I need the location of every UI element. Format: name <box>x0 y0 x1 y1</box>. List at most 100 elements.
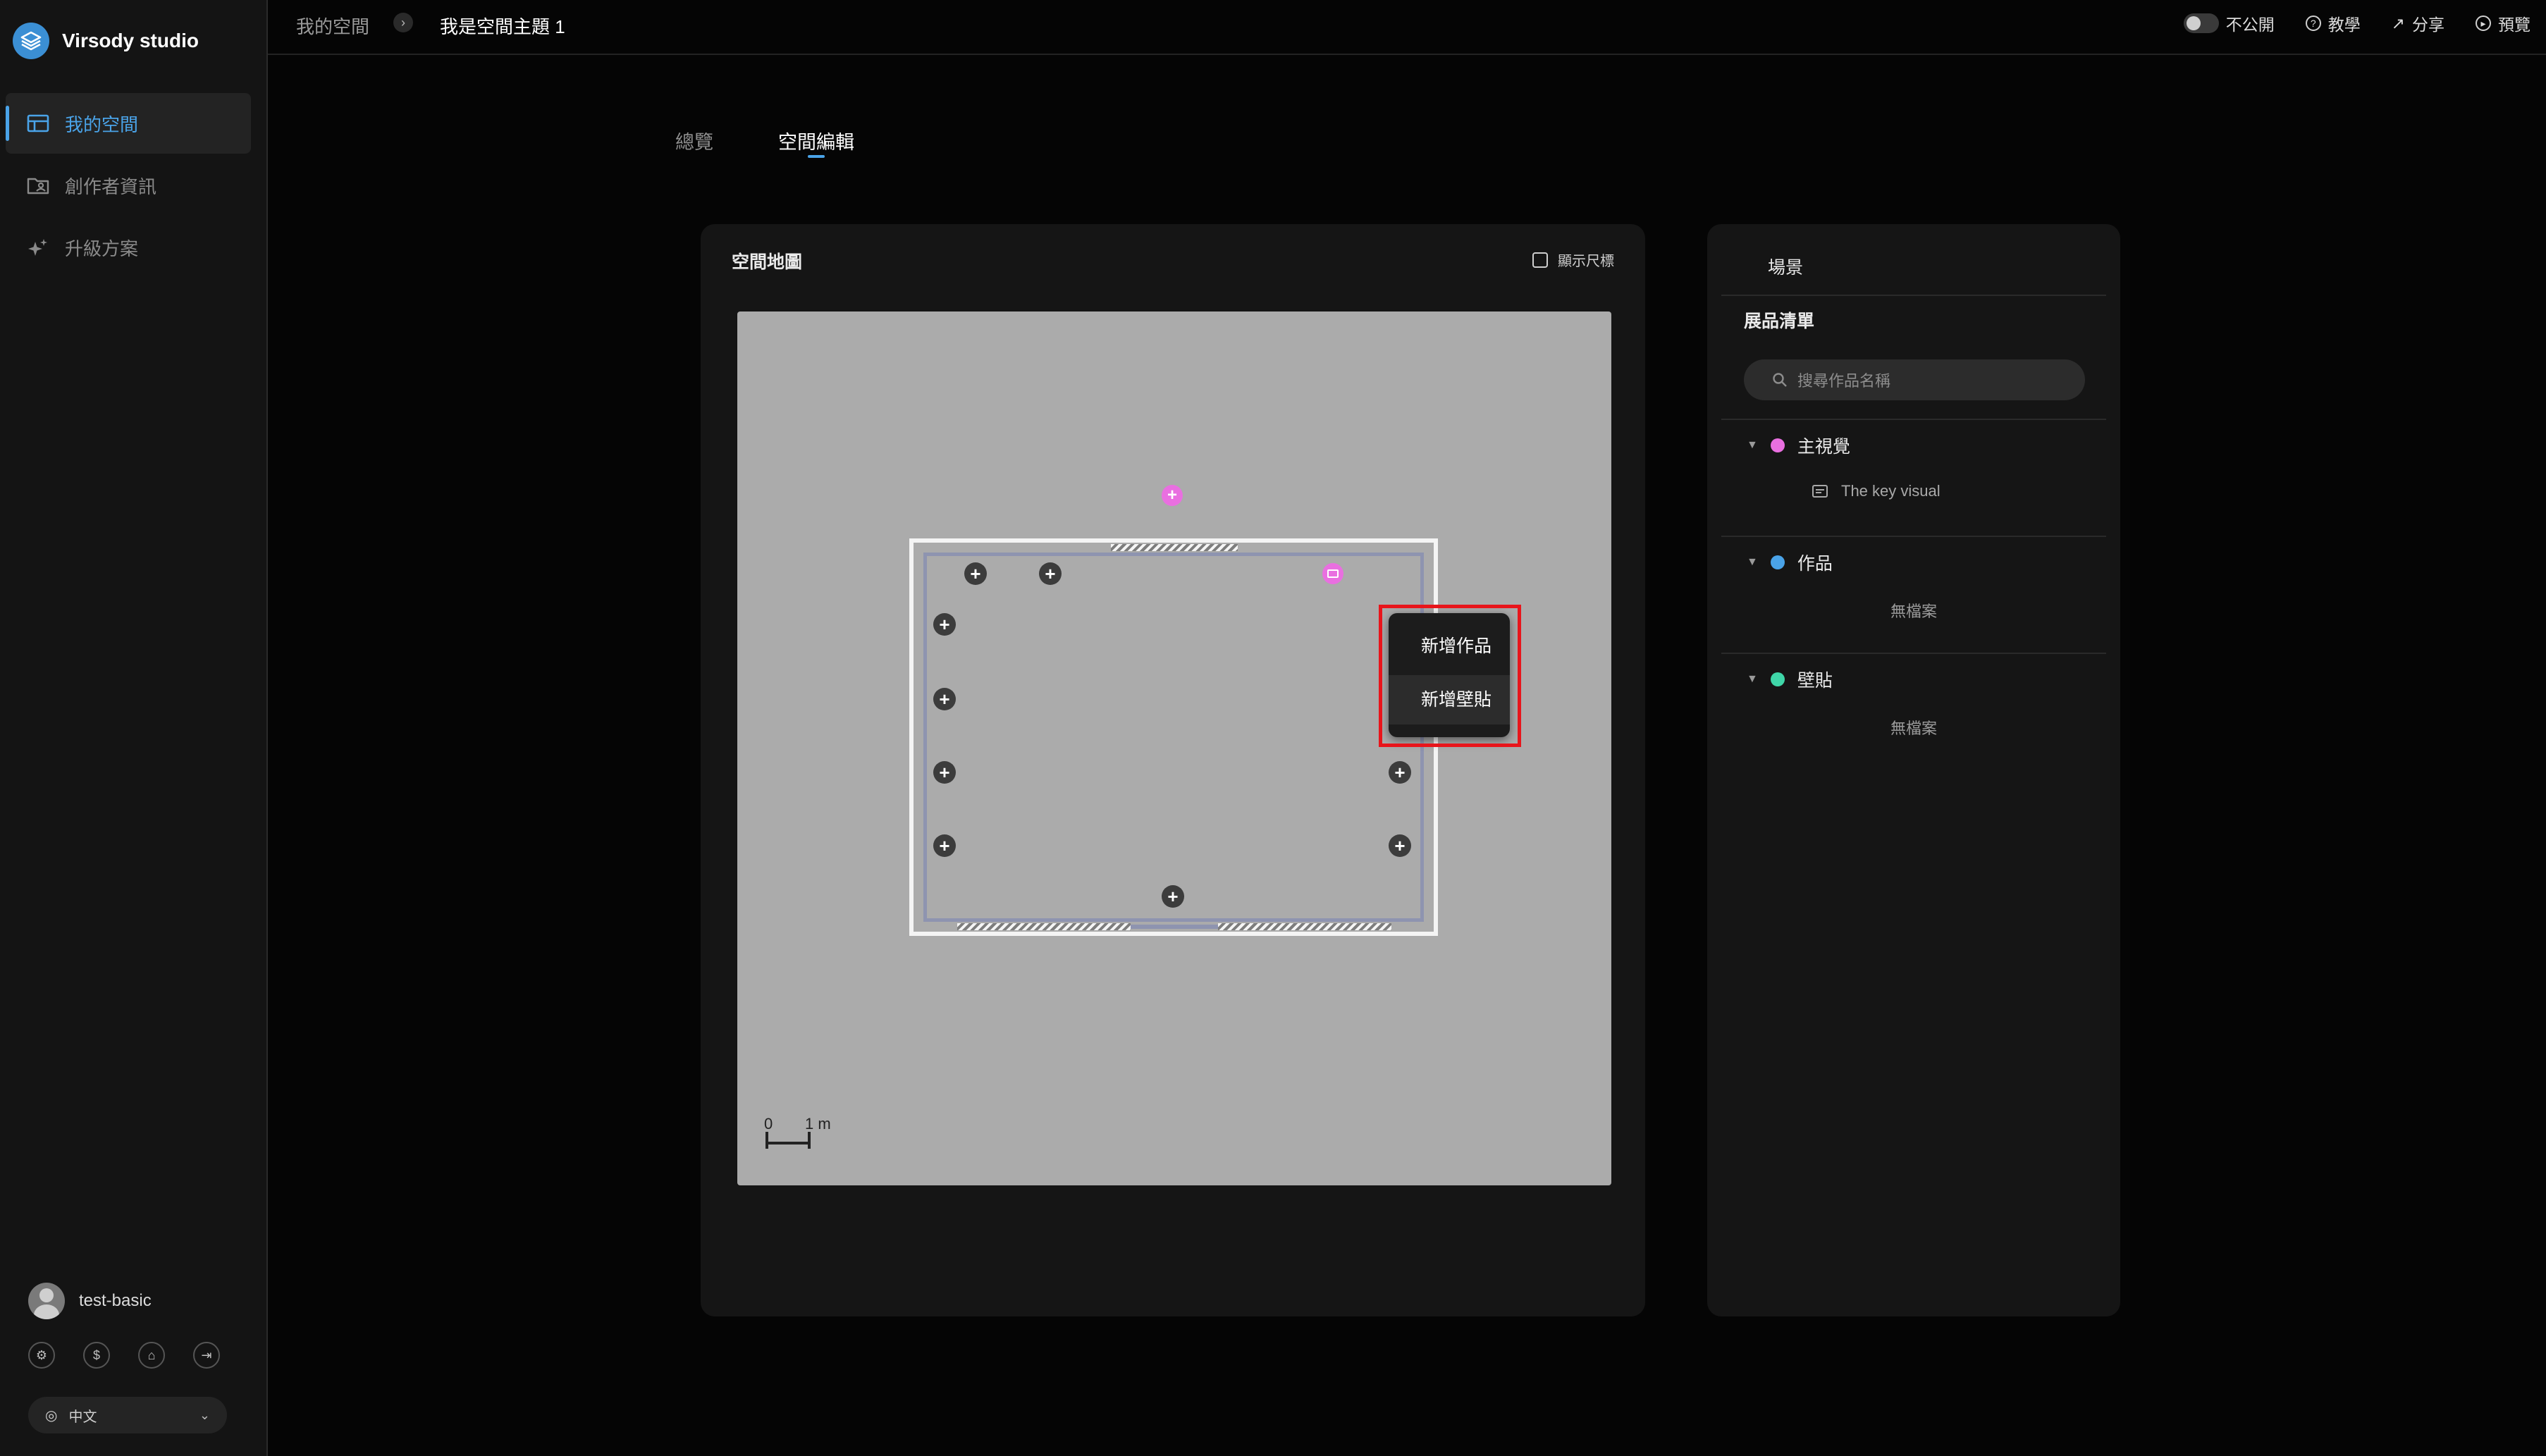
door-top <box>1111 544 1238 551</box>
group-key-visual[interactable]: ▼ 主視覺 <box>1747 433 1850 458</box>
user-name: test-basic <box>79 1291 152 1310</box>
empty-state: 無檔案 <box>1890 603 1937 620</box>
share-label: 分享 <box>2412 16 2444 34</box>
preview-label: 預覽 <box>2498 16 2530 34</box>
brand[interactable]: Virsody studio <box>13 23 199 59</box>
sidebar: Virsody studio 我的空間 創作者資訊 升級方案 test-basi… <box>0 0 268 1456</box>
home-icon[interactable]: ⌂ <box>138 1342 165 1369</box>
caret-down-icon[interactable]: ▼ <box>1747 673 1758 686</box>
search-icon <box>1773 373 1787 387</box>
wall-segment-bottom <box>1131 925 1218 929</box>
tutorial-button[interactable]: ? 教學 <box>2305 11 2361 35</box>
breadcrumb-current: 我是空間主題 1 <box>440 16 565 37</box>
group-name: 壁貼 <box>1797 671 1833 691</box>
category-dot <box>1770 672 1785 686</box>
add-point[interactable]: + <box>1389 834 1411 857</box>
caret-down-icon[interactable]: ▼ <box>1747 556 1758 569</box>
category-dot <box>1770 438 1785 452</box>
search-placeholder: 搜尋作品名稱 <box>1797 372 1891 390</box>
sidebar-item-my-space[interactable]: 我的空間 <box>6 93 251 154</box>
add-point[interactable]: + <box>933 688 956 710</box>
caret-down-icon[interactable]: ▼ <box>1747 439 1758 452</box>
empty-state: 無檔案 <box>1890 720 1937 737</box>
tutorial-label: 教學 <box>2327 16 2361 34</box>
sidebar-item-upgrade[interactable]: 升級方案 <box>6 217 251 278</box>
add-point[interactable]: + <box>1162 885 1184 908</box>
divider <box>1721 653 2106 654</box>
virsody-logo-icon <box>13 23 49 59</box>
dollar-icon[interactable]: $ <box>83 1342 110 1369</box>
room-inner-wall <box>923 553 1424 922</box>
add-point[interactable]: + <box>933 613 956 636</box>
door-bottom-right <box>1218 923 1391 930</box>
sidebar-item-label: 創作者資訊 <box>65 175 157 197</box>
list-item[interactable]: The key visual <box>1812 482 1941 500</box>
user-profile[interactable]: test-basic <box>28 1283 152 1319</box>
globe-icon: ◎ <box>45 1407 58 1424</box>
breadcrumb-my-space[interactable]: 我的空間 <box>296 13 369 39</box>
add-point[interactable]: + <box>1039 562 1062 585</box>
group-name: 主視覺 <box>1797 437 1850 457</box>
map-title: 空間地圖 <box>732 252 803 272</box>
preview-button[interactable]: ▸ 預覽 <box>2476 11 2530 35</box>
exhibit-panel: 場景 展品清單 搜尋作品名稱 ▼ 主視覺 The key visual ▼ 作品… <box>1707 224 2120 1316</box>
group-artworks[interactable]: ▼ 作品 <box>1747 550 1833 575</box>
sidebar-item-label: 升級方案 <box>65 237 139 259</box>
sidebar-item-creator-info[interactable]: 創作者資訊 <box>6 155 251 216</box>
scale-line <box>765 1142 809 1145</box>
toggle-switch[interactable] <box>2183 13 2219 33</box>
map-canvas[interactable]: + + + + + + + + + + 0 1 m <box>737 311 1611 1185</box>
highlight-box <box>1379 605 1521 747</box>
scale-start-label: 0 <box>764 1115 773 1133</box>
add-point[interactable]: + <box>1389 761 1411 784</box>
language-select[interactable]: ◎ 中文 ⌄ <box>28 1397 227 1433</box>
scale-end-label: 1 m <box>805 1115 831 1133</box>
top-bar: 我的空間 › 我是空間主題 1 不公開 ? 教學 ↗ 分享 ▸ 預覽 <box>268 0 2546 55</box>
chevron-right-icon: › <box>393 13 413 32</box>
scale-tick <box>808 1132 811 1149</box>
top-actions: 不公開 ? 教學 ↗ 分享 ▸ 預覽 <box>2183 11 2530 35</box>
image-frame-icon <box>1812 485 1828 498</box>
visibility-label: 不公開 <box>2225 16 2275 34</box>
key-visual-frame-icon[interactable] <box>1322 563 1343 584</box>
add-point[interactable]: + <box>933 834 956 857</box>
logout-icon[interactable]: ⇥ <box>193 1342 220 1369</box>
add-point[interactable]: + <box>933 761 956 784</box>
sidebar-footer-icons: ⚙ $ ⌂ ⇥ <box>28 1342 220 1369</box>
language-value: 中文 <box>68 1409 97 1425</box>
sparkle-icon <box>28 239 47 256</box>
avatar <box>28 1283 65 1319</box>
group-stickers[interactable]: ▼ 壁貼 <box>1747 667 1833 692</box>
exhibit-list-title: 展品清單 <box>1744 311 1815 331</box>
add-point[interactable]: + <box>964 562 987 585</box>
search-input[interactable]: 搜尋作品名稱 <box>1744 359 2085 400</box>
tab-overview[interactable]: 總覽 <box>675 127 713 154</box>
share-button[interactable]: ↗ 分享 <box>2392 11 2444 35</box>
brand-name: Virsody studio <box>62 30 199 51</box>
divider <box>1721 536 2106 537</box>
key-visual-add-point[interactable]: + <box>1162 485 1183 506</box>
group-name: 作品 <box>1797 554 1833 574</box>
folder-user-icon <box>27 178 49 195</box>
tab-space-edit[interactable]: 空間編輯 <box>778 127 854 154</box>
gear-icon[interactable]: ⚙ <box>28 1342 55 1369</box>
chevron-down-icon: ⌄ <box>199 1407 210 1422</box>
scale-tick <box>765 1132 768 1149</box>
show-ruler-checkbox[interactable]: 顯示尺標 <box>1532 249 1614 270</box>
space-map-panel: 空間地圖 顯示尺標 + + + + + + + + + + 0 1 m <box>701 224 1645 1316</box>
door-bottom-left <box>957 923 1131 930</box>
share-icon: ↗ <box>2391 13 2405 32</box>
tab-scene[interactable]: 場景 <box>1768 254 1803 279</box>
sidebar-item-label: 我的空間 <box>65 113 139 135</box>
active-tab-indicator <box>808 155 825 158</box>
layout-icon <box>27 114 49 132</box>
divider <box>1721 419 2106 420</box>
visibility-toggle[interactable]: 不公開 <box>2183 11 2275 35</box>
help-icon: ? <box>2305 16 2321 31</box>
play-icon: ▸ <box>2476 16 2491 31</box>
category-dot <box>1770 555 1785 569</box>
checkbox-icon[interactable] <box>1532 252 1548 268</box>
room-outline <box>909 538 1438 936</box>
item-label: The key visual <box>1841 482 1941 500</box>
divider <box>1721 295 2106 296</box>
